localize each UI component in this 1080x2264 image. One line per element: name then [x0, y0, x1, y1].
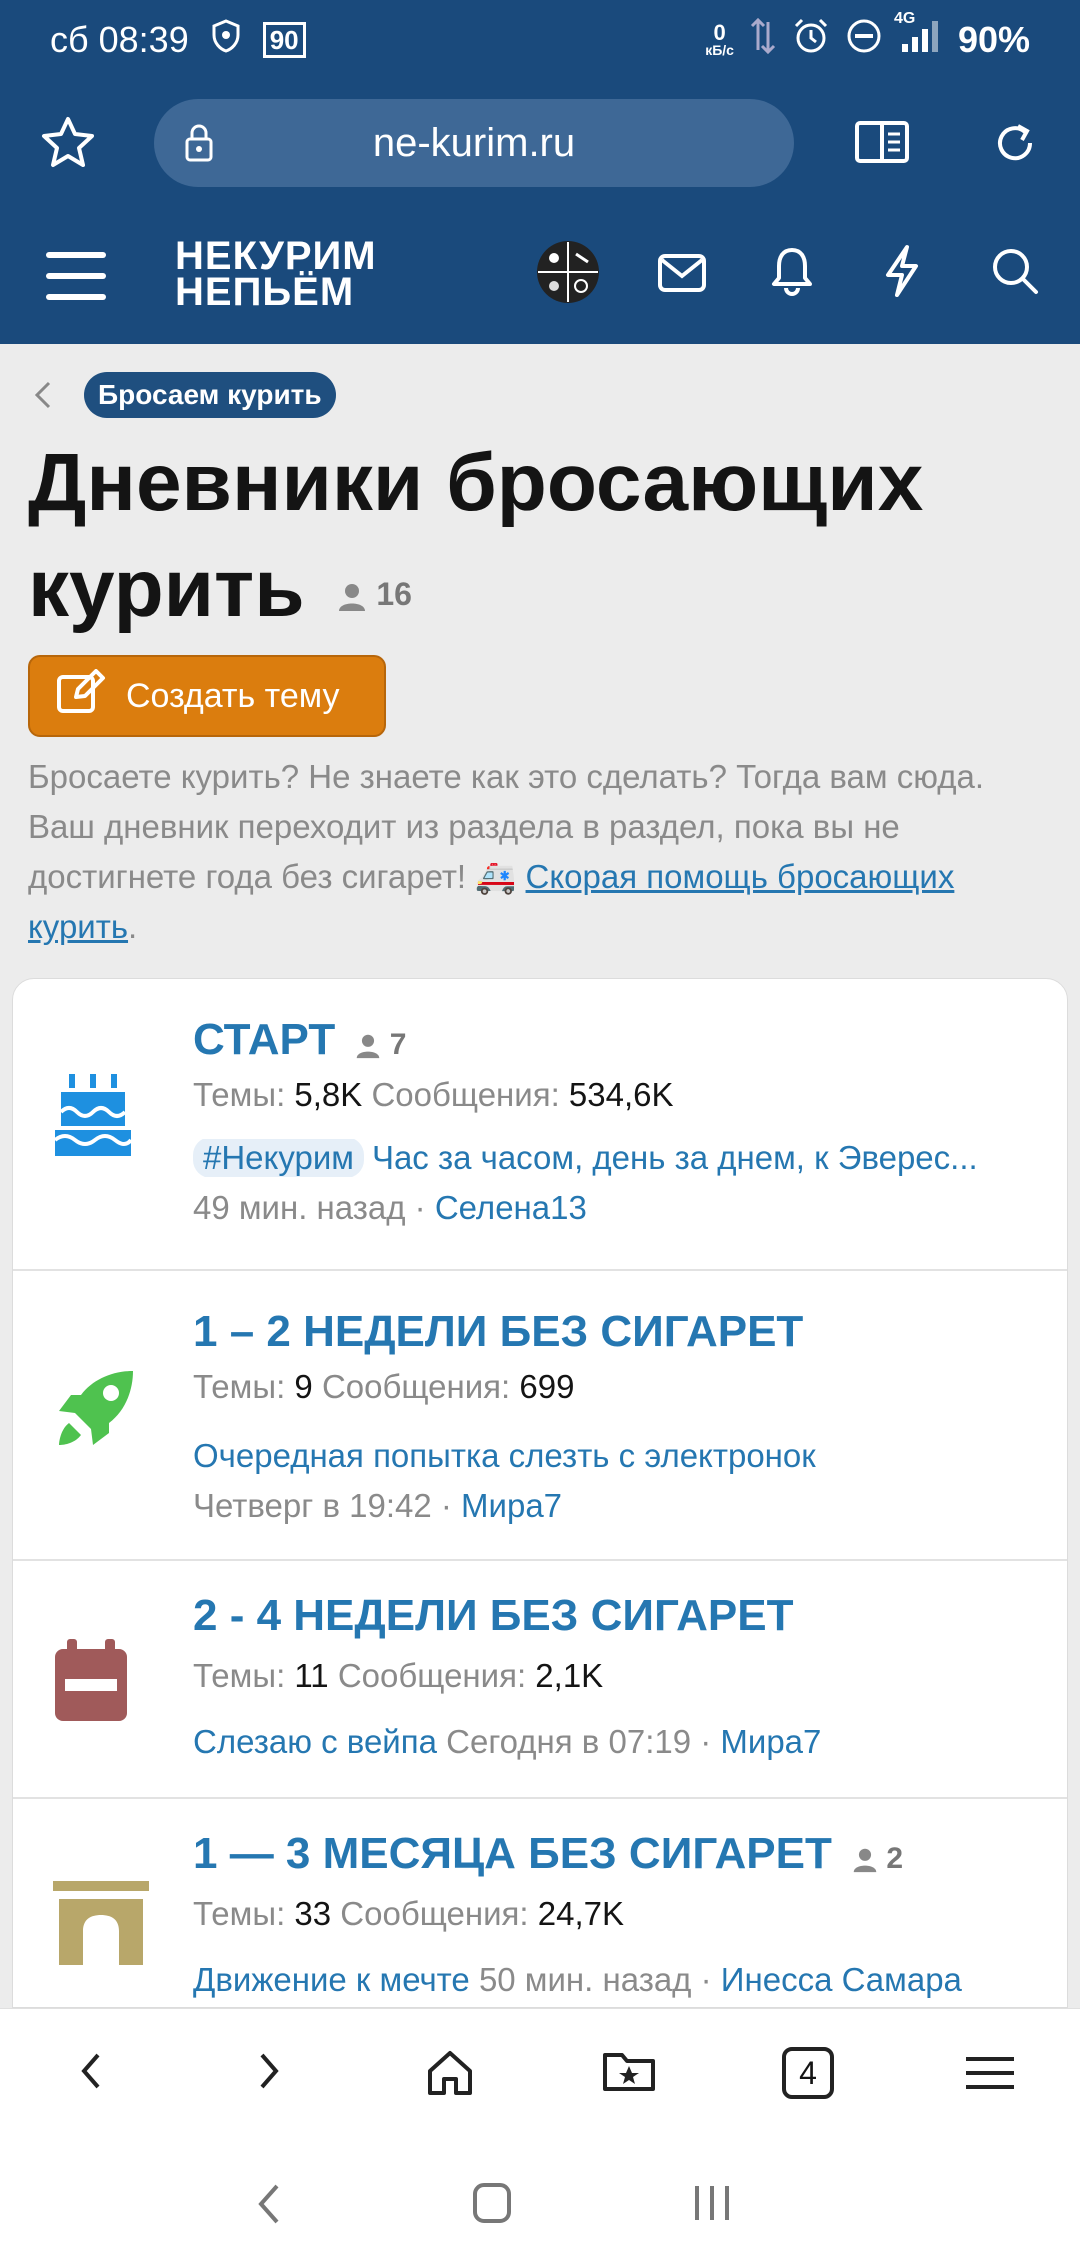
browser-bottom-nav: 4	[0, 2008, 1080, 2148]
status-badge: 90	[262, 22, 306, 58]
lock-icon	[184, 123, 214, 168]
lightning-icon[interactable]	[882, 244, 922, 303]
birthday-cake-icon	[53, 1074, 133, 1163]
last-post-user[interactable]: Селена13	[435, 1189, 587, 1226]
alarm-icon	[792, 17, 830, 64]
forum-node-1-3-months[interactable]: 1 — 3 МЕСЯЦА БЕЗ СИГАРЕТ 2 Темы: 33 Сооб…	[13, 1799, 1067, 2007]
rocket-icon	[53, 1367, 137, 1456]
forum-node-2-4-weeks[interactable]: 2 - 4 НЕДЕЛИ БЕЗ СИГАРЕТ Темы: 11 Сообще…	[13, 1561, 1067, 1799]
last-post-thread[interactable]: #Некурим Час за часом, день за днем, к Эв…	[193, 1139, 1049, 1177]
bookmark-star-icon[interactable]	[40, 115, 96, 174]
last-post-user[interactable]: Мира7	[461, 1487, 562, 1524]
create-thread-button[interactable]: Создать тему	[28, 655, 386, 737]
watchers-count: 2	[852, 1842, 903, 1875]
thread-tag[interactable]: #Некурим	[193, 1139, 364, 1177]
forum-node-title[interactable]: СТАРТ 7	[193, 1015, 406, 1065]
do-not-disturb-icon	[846, 18, 882, 63]
bell-icon[interactable]	[771, 246, 813, 301]
url-text: ne-kurim.ru	[372, 120, 576, 165]
forum-node-title[interactable]: 1 – 2 НЕДЕЛИ БЕЗ СИГАРЕТ	[193, 1307, 803, 1357]
shield-icon	[211, 18, 241, 62]
system-back-icon[interactable]	[255, 2182, 283, 2231]
last-post-thread[interactable]: Слезаю с вейпа Сегодня в 07:19 · Мира7	[193, 1723, 1049, 1761]
forum-node-stats: Темы: 9 Сообщения: 699	[193, 1368, 575, 1405]
calendar-icon	[53, 1639, 129, 1728]
signal-icon: 4G	[894, 10, 942, 63]
status-time: сб 08:39	[50, 19, 189, 60]
watchers-count: 16	[337, 576, 412, 612]
watchers-count: 7	[355, 1028, 406, 1061]
forum-node-1-2-weeks[interactable]: 1 – 2 НЕДЕЛИ БЕЗ СИГАРЕТ Темы: 9 Сообщен…	[13, 1271, 1067, 1561]
page-title: Дневники бросающих курить 16	[28, 437, 924, 634]
user-avatar[interactable]	[536, 240, 600, 309]
last-post-meta: Четверг в 19:42 · Мира7	[193, 1487, 563, 1524]
last-post-user[interactable]: Инесса Самара	[721, 1961, 962, 1998]
back-icon[interactable]	[76, 2049, 106, 2098]
forum-node-list: СТАРТ 7 Темы: 5,8K Сообщения: 534,6K #Не…	[12, 978, 1068, 2008]
forum-node-stats: Темы: 33 Сообщения: 24,7K	[193, 1895, 624, 1932]
site-header	[0, 206, 1080, 344]
home-icon[interactable]	[426, 2049, 474, 2102]
address-bar[interactable]: ne-kurim.ru	[154, 99, 794, 187]
forum-node-title[interactable]: 2 - 4 НЕДЕЛИ БЕЗ СИГАРЕТ	[193, 1591, 794, 1641]
forum-node-stats: Темы: 11 Сообщения: 2,1K	[193, 1657, 604, 1694]
site-logo[interactable]: НЕКУРИМ НЕПЬЁМ	[175, 236, 377, 312]
mail-icon[interactable]	[658, 254, 706, 297]
chevron-left-icon[interactable]	[34, 380, 52, 419]
arch-icon	[53, 1881, 149, 1970]
forum-node-stats: Темы: 5,8K Сообщения: 534,6K	[193, 1076, 674, 1113]
edit-icon	[56, 668, 106, 724]
bookmarks-icon[interactable]	[602, 2049, 656, 2098]
last-post-meta: 49 мин. назад · Селена13	[193, 1189, 587, 1226]
reader-mode-icon[interactable]	[854, 120, 910, 169]
forward-icon[interactable]	[254, 2049, 284, 2098]
reload-icon[interactable]	[990, 118, 1040, 173]
battery-level: 90%	[957, 19, 1030, 60]
tabs-counter[interactable]: 4	[782, 2047, 834, 2099]
menu-icon[interactable]	[46, 250, 106, 307]
hamburger-menu-icon[interactable]	[966, 2055, 1014, 2096]
status-bar: сб 08:39 90 0 кБ/с 4G 90%	[0, 0, 1080, 80]
last-post-thread[interactable]: Очередная попытка слезть с электронок	[193, 1437, 1049, 1475]
create-thread-label: Создать тему	[126, 676, 340, 715]
last-post-thread[interactable]: Движение к мечте 50 мин. назад · Инесса …	[193, 1961, 1049, 1999]
breadcrumb[interactable]: Бросаем курить	[84, 372, 336, 418]
system-navigation-bar	[0, 2148, 1080, 2264]
forum-description: Бросаете курить? Не знаете как это сдела…	[28, 758, 985, 945]
system-recents-icon[interactable]	[692, 2182, 732, 2229]
net-speed: 0 кБ/с	[705, 20, 734, 58]
system-home-icon[interactable]	[472, 2182, 512, 2229]
forum-node-title[interactable]: 1 — 3 МЕСЯЦА БЕЗ СИГАРЕТ 2	[193, 1829, 903, 1879]
search-icon[interactable]	[990, 246, 1040, 301]
forum-node-start[interactable]: СТАРТ 7 Темы: 5,8K Сообщения: 534,6K #Не…	[13, 979, 1067, 1271]
last-post-user[interactable]: Мира7	[720, 1723, 821, 1760]
data-transfer-icon	[750, 16, 776, 65]
